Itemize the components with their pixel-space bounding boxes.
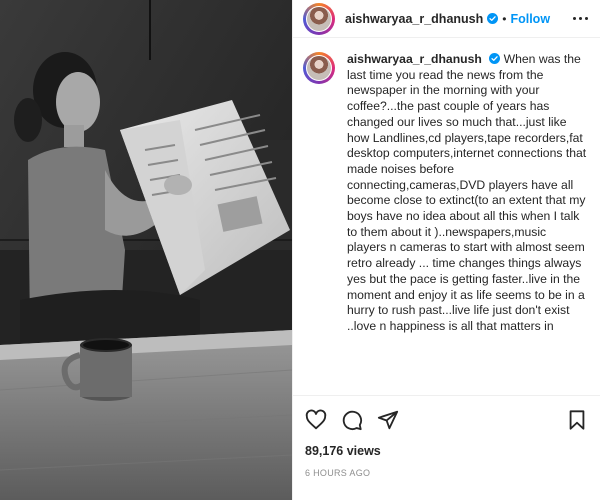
post-panel: aishwaryaa_r_dhanush • Follow aishwaryaa… <box>292 0 600 500</box>
verified-badge-icon <box>487 13 499 24</box>
instagram-post: aishwaryaa_r_dhanush • Follow aishwaryaa… <box>0 0 600 500</box>
more-options-icon[interactable] <box>573 13 588 24</box>
comment-icon[interactable] <box>341 409 363 431</box>
caption-username[interactable]: aishwaryaa_r_dhanush <box>347 52 482 66</box>
caption-text: aishwaryaa_r_dhanush When was the last t… <box>347 52 587 335</box>
post-photo[interactable] <box>0 0 292 500</box>
photo-woman-reading-newspaper <box>0 0 292 500</box>
header-username[interactable]: aishwaryaa_r_dhanush <box>345 12 483 26</box>
avatar[interactable] <box>303 2 335 35</box>
heart-icon[interactable] <box>305 409 327 431</box>
follow-button[interactable]: Follow <box>510 12 550 26</box>
post-timestamp[interactable]: 6 HOURS AGO <box>293 458 600 478</box>
header-separator: • <box>502 11 507 26</box>
caption-avatar[interactable] <box>303 52 335 84</box>
share-icon[interactable] <box>377 409 399 431</box>
caption: aishwaryaa_r_dhanush When was the last t… <box>303 52 588 335</box>
caption-body: When was the last time you read the news… <box>347 52 587 333</box>
caption-area[interactable]: aishwaryaa_r_dhanush When was the last t… <box>293 38 600 395</box>
verified-badge-icon <box>489 53 501 64</box>
action-bar <box>293 395 600 436</box>
bookmark-icon[interactable] <box>566 409 588 431</box>
post-header: aishwaryaa_r_dhanush • Follow <box>293 0 600 38</box>
views-count[interactable]: 89,176 views <box>293 436 600 458</box>
